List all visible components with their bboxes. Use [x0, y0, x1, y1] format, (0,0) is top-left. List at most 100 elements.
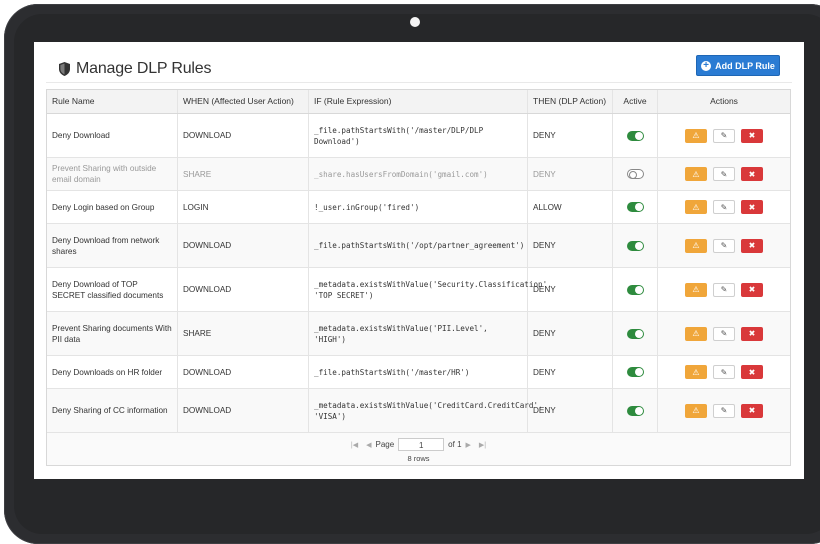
rule-name-cell: Deny Downloads on HR folder: [47, 356, 178, 388]
table-row[interactable]: Deny Download from network shares DOWNLOA…: [47, 224, 790, 268]
table-row[interactable]: Deny Download DOWNLOAD _file.pathStartsWit…: [47, 114, 790, 158]
rule-name-cell: Deny Download: [47, 114, 178, 157]
rule-when: DOWNLOAD: [183, 367, 232, 377]
delete-icon: ✖: [748, 367, 756, 377]
edit-button[interactable]: ✎: [713, 128, 735, 143]
column-header-if[interactable]: IF (Rule Expression): [309, 90, 528, 113]
active-toggle[interactable]: [626, 405, 644, 416]
edit-button[interactable]: ✎: [713, 238, 735, 253]
then-cell: DENY: [528, 389, 613, 432]
table-row[interactable]: Deny Download of TOP SECRET classified d…: [47, 268, 790, 312]
then-cell: ALLOW: [528, 191, 613, 223]
table-row[interactable]: Deny Sharing of CC information DOWNLOAD _m…: [47, 389, 790, 433]
active-toggle[interactable]: [626, 284, 644, 295]
edit-button[interactable]: ✎: [713, 200, 735, 214]
edit-button[interactable]: ✎: [713, 167, 735, 181]
edit-icon: ✎: [720, 285, 728, 294]
active-toggle[interactable]: [626, 367, 644, 377]
column-header-rule-name[interactable]: Rule Name: [47, 90, 178, 113]
rule-name: Deny Downloads on HR folder: [52, 367, 163, 377]
active-toggle[interactable]: [626, 130, 644, 141]
pagination-bar: |◀ ◀ Page 1 of 1 ▶ ▶| 8 rows: [47, 433, 790, 465]
warning-button[interactable]: ⚠: [685, 200, 707, 214]
table-row[interactable]: Prevent Sharing documents With PII data S…: [47, 312, 790, 356]
active-cell: [613, 389, 658, 432]
table-header: Rule Name WHEN (Affected User Action) IF…: [47, 90, 790, 114]
rule-expression: _file.pathStartsWith('/opt/partner_agree…: [314, 241, 525, 250]
delete-button[interactable]: ✖: [741, 128, 763, 143]
table-row[interactable]: Deny Downloads on HR folder DOWNLOAD _file…: [47, 356, 790, 389]
warning-icon: ⚠: [692, 131, 700, 140]
rule-name-cell: Deny Sharing of CC information: [47, 389, 178, 432]
shield-icon: [59, 62, 70, 76]
delete-button[interactable]: ✖: [741, 167, 763, 181]
delete-button[interactable]: ✖: [741, 365, 763, 379]
delete-button[interactable]: ✖: [741, 238, 763, 253]
page-title: Manage DLP Rules: [76, 60, 212, 77]
warning-icon: ⚠: [692, 169, 700, 179]
last-page-icon[interactable]: ▶|: [479, 441, 486, 449]
delete-button[interactable]: ✖: [741, 403, 763, 418]
active-cell: [613, 224, 658, 267]
table-row[interactable]: Prevent Sharing with outside email domai…: [47, 158, 790, 191]
warning-icon: ⚠: [692, 406, 700, 415]
edit-button[interactable]: ✎: [713, 403, 735, 418]
warning-button[interactable]: ⚠: [685, 365, 707, 379]
delete-icon: ✖: [748, 241, 756, 250]
warning-button[interactable]: ⚠: [685, 403, 707, 418]
warning-button[interactable]: ⚠: [685, 128, 707, 143]
delete-icon: ✖: [748, 329, 756, 338]
add-dlp-rule-label: Add DLP Rule: [715, 60, 775, 71]
if-cell: _metadata.existsWithValue('PII.Level', '…: [309, 312, 528, 355]
actions-cell: ⚠ ✎ ✖: [658, 312, 790, 355]
if-cell: _file.pathStartsWith('/master/DLP/DLP Do…: [309, 114, 528, 157]
table-row[interactable]: Deny Login based on Group LOGIN !_user.inG…: [47, 191, 790, 224]
delete-button[interactable]: ✖: [741, 282, 763, 297]
page-header: Manage DLP Rules + Add DLP Rule: [34, 42, 804, 82]
warning-button[interactable]: ⚠: [685, 167, 707, 181]
rule-when: DOWNLOAD: [183, 131, 232, 140]
then-cell: DENY: [528, 312, 613, 355]
page-number-input[interactable]: 1: [398, 438, 445, 451]
prev-page-icon[interactable]: ◀: [366, 441, 371, 449]
first-page-icon[interactable]: |◀: [351, 441, 358, 449]
warning-icon: ⚠: [692, 202, 700, 212]
if-cell: _metadata.existsWithValue('CreditCard.Cr…: [309, 389, 543, 432]
rule-when: DOWNLOAD: [183, 285, 232, 294]
actions-cell: ⚠ ✎ ✖: [658, 114, 790, 157]
title-group: Manage DLP Rules: [59, 60, 211, 78]
header-divider: [46, 82, 792, 83]
edit-icon: ✎: [720, 406, 728, 415]
delete-button[interactable]: ✖: [741, 326, 763, 341]
edit-icon: ✎: [720, 241, 728, 250]
rules-table: Rule Name WHEN (Affected User Action) IF…: [46, 89, 791, 466]
page-count-label: of 1: [448, 440, 462, 449]
add-dlp-rule-button[interactable]: + Add DLP Rule: [696, 55, 780, 76]
warning-button[interactable]: ⚠: [685, 282, 707, 297]
rule-name-cell: Prevent Sharing documents With PII data: [47, 312, 178, 355]
rule-when: SHARE: [183, 169, 212, 179]
column-header-when[interactable]: WHEN (Affected User Action): [178, 90, 309, 113]
edit-button[interactable]: ✎: [713, 326, 735, 341]
next-page-icon[interactable]: ▶: [466, 441, 471, 449]
active-toggle[interactable]: [626, 169, 644, 179]
column-header-active[interactable]: Active: [613, 90, 658, 113]
warning-icon: ⚠: [692, 241, 700, 250]
if-cell: _file.pathStartsWith('/opt/partner_agree…: [309, 224, 528, 267]
active-toggle[interactable]: [626, 328, 644, 339]
then-cell: DENY: [528, 224, 613, 267]
active-cell: [613, 268, 658, 311]
active-toggle[interactable]: [626, 240, 644, 251]
actions-cell: ⚠ ✎ ✖: [658, 191, 790, 223]
rule-expression: _share.hasUsersFromDomain('gmail.com'): [314, 169, 488, 179]
edit-button[interactable]: ✎: [713, 365, 735, 379]
warning-button[interactable]: ⚠: [685, 326, 707, 341]
column-header-then[interactable]: THEN (DLP Action): [528, 90, 613, 113]
actions-cell: ⚠ ✎ ✖: [658, 224, 790, 267]
delete-icon: ✖: [748, 406, 756, 415]
delete-button[interactable]: ✖: [741, 200, 763, 214]
warning-button[interactable]: ⚠: [685, 238, 707, 253]
active-toggle[interactable]: [626, 202, 644, 212]
rule-expression: _metadata.existsWithValue('PII.Level', '…: [314, 323, 488, 344]
edit-button[interactable]: ✎: [713, 282, 735, 297]
